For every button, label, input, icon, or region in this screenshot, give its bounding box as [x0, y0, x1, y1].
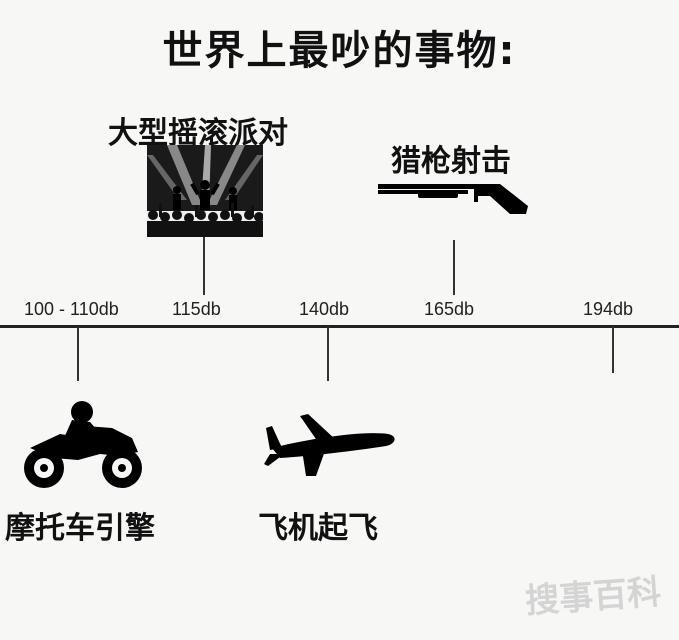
shotgun-icon [378, 184, 528, 214]
tick-label: 115db [172, 299, 221, 319]
airplane-connector [327, 327, 329, 381]
tick-label: 194db [583, 299, 634, 319]
tick-label: 140db [299, 299, 350, 319]
gunshot-connector [453, 240, 455, 295]
timeline-axis [0, 325, 679, 328]
page-title: 世界上最吵的事物: [162, 28, 517, 74]
airplane-icon [264, 414, 395, 476]
concert-image [147, 145, 263, 237]
motorcycle-icon [24, 401, 142, 488]
rock-party-connector [203, 237, 205, 295]
watermark-logo: 搜事百科 [524, 572, 663, 622]
gunshot-label: 猎枪射击 [391, 144, 511, 179]
motorcycle-label: 摩托车引擎 [5, 511, 155, 546]
tick-label: 100 - 110db [24, 299, 119, 319]
airplane-label: 飞机起飞 [258, 511, 378, 546]
tick-label: 165db [424, 299, 475, 319]
194db-connector [612, 327, 614, 373]
motorcycle-connector [77, 327, 79, 381]
